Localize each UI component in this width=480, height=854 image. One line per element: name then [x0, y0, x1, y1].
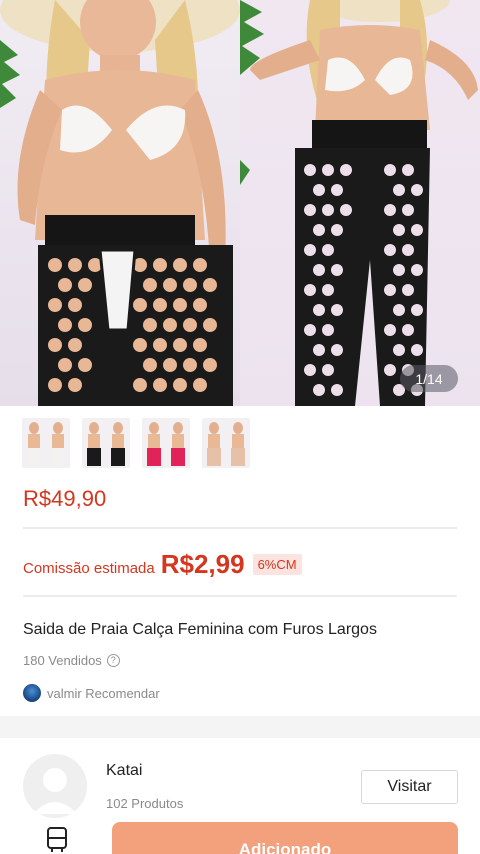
- store-name[interactable]: Katai: [106, 762, 142, 780]
- divider: [23, 527, 457, 529]
- sold-count: 180 Vendidos: [23, 653, 102, 668]
- thumbnail-black[interactable]: [82, 418, 130, 468]
- thumbnail-nude[interactable]: [202, 418, 250, 468]
- product-photo-front: [0, 0, 240, 406]
- visit-store-button[interactable]: Visitar: [361, 770, 458, 804]
- commission-badge: 6%CM: [252, 553, 302, 575]
- product-page: 1/14 R$49,90 Comissão estimada R$2,99 6%…: [0, 0, 480, 854]
- thumbnail-strip: [22, 418, 250, 468]
- commission-label: Comissão estimada: [23, 559, 155, 577]
- product-photo-side: [240, 0, 480, 406]
- store-avatar[interactable]: [23, 754, 87, 818]
- image-counter: 1/14: [400, 365, 458, 392]
- added-button[interactable]: Adicionado: [112, 822, 458, 854]
- sold-count-row: 180 Vendidos ?: [23, 653, 120, 668]
- section-separator: [0, 716, 480, 738]
- store-product-count: 102 Produtos: [106, 796, 184, 811]
- recommender-row[interactable]: valmir Recomendar: [23, 684, 160, 702]
- commission-row: Comissão estimada R$2,99 6%CM: [23, 546, 302, 582]
- info-icon[interactable]: ?: [106, 654, 120, 667]
- product-image-carousel[interactable]: 1/14: [0, 0, 480, 406]
- thumbnail-pink[interactable]: [142, 418, 190, 468]
- recommender-avatar: [23, 684, 41, 702]
- commission-value: R$2,99: [160, 548, 245, 579]
- thumbnail-white[interactable]: [22, 418, 70, 468]
- recommender-text: valmir Recomendar: [47, 685, 160, 701]
- product-price: R$49,90: [23, 486, 107, 511]
- product-title: Saida de Praia Calça Feminina com Furos …: [23, 621, 377, 638]
- divider: [23, 595, 457, 597]
- store-icon[interactable]: [46, 826, 68, 852]
